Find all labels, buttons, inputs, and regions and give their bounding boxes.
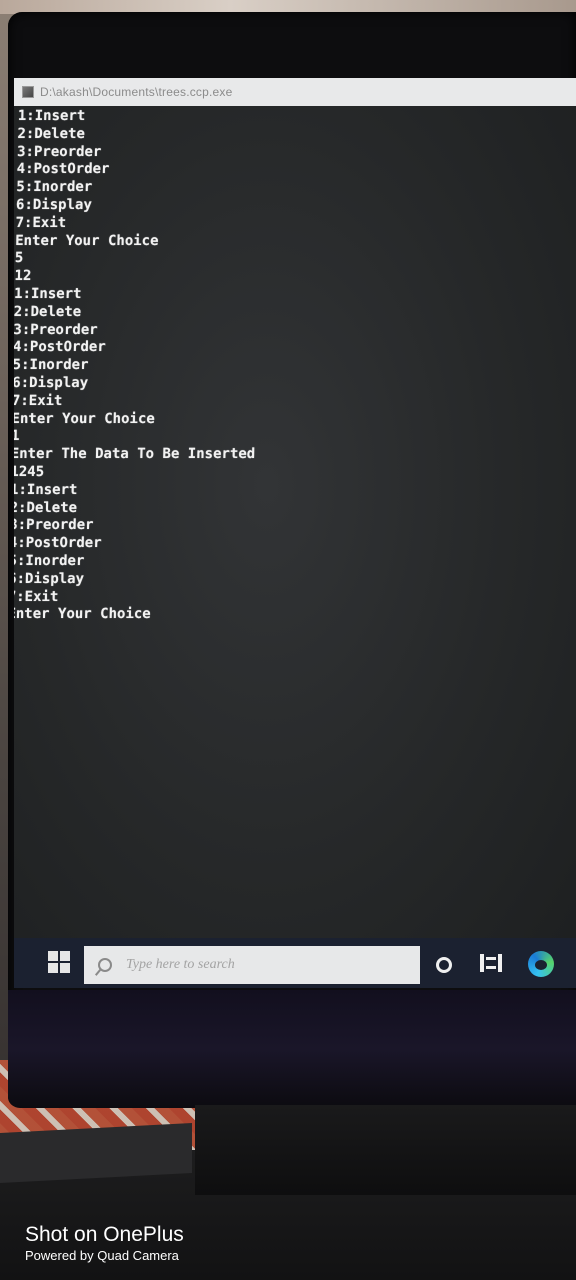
console-line: Enter Your Choice — [14, 410, 155, 427]
console-line: 7:Exit — [15, 214, 67, 231]
console-line: Enter Your Choice — [15, 232, 159, 249]
taskbar-search-box[interactable]: Type here to search — [84, 946, 420, 984]
search-icon — [98, 958, 112, 972]
console-line: 1 — [14, 428, 20, 445]
console-line: 4:PostOrder — [14, 339, 106, 356]
console-line: 3:Preorder — [14, 517, 94, 534]
console-title-bar[interactable]: D:\akash\Documents\trees.ccp.exe — [14, 78, 576, 106]
console-line: 2:Delete — [14, 303, 82, 320]
window-title: D:\akash\Documents\trees.ccp.exe — [40, 85, 233, 99]
console-line: Enter The Data To Be Inserted — [14, 446, 256, 463]
console-line: 2:Delete — [14, 499, 78, 516]
monitor-screen: D:\akash\Documents\trees.ccp.exe 1:Inser… — [14, 78, 576, 983]
console-line: 3:Preorder — [16, 143, 102, 160]
windows-start-icon[interactable] — [48, 951, 70, 973]
console-line: 6:Display — [15, 196, 92, 213]
edge-icon[interactable] — [528, 951, 554, 977]
console-line: 4:PostOrder — [16, 161, 110, 178]
console-line: 5 — [14, 250, 24, 267]
console-line: 12 — [14, 268, 32, 285]
console-line: 5:Inorder — [14, 552, 85, 569]
windows-taskbar: Type here to search — [14, 938, 576, 988]
console-line: 7:Exit — [14, 392, 63, 409]
console-line: Enter Your Choice — [14, 606, 151, 623]
console-line: 4:PostOrder — [14, 535, 102, 552]
console-output[interactable]: 1:Insert 2:Delete 3:Preorder 4:PostOrder 5:I… — [14, 108, 558, 624]
console-line: 1:Insert — [14, 285, 82, 302]
monitor-chin — [8, 990, 576, 1108]
console-line: 1:Insert — [17, 108, 86, 124]
watermark-sub: Powered by Quad Camera — [25, 1248, 179, 1263]
console-line: 1:Insert — [14, 481, 78, 498]
search-placeholder: Type here to search — [126, 957, 235, 972]
dark-box — [0, 1122, 192, 1184]
console-line: 7:Exit — [14, 588, 59, 605]
cortana-icon[interactable] — [436, 957, 452, 973]
camera-watermark: Shot on OnePlus Powered by Quad Camera — [25, 1222, 184, 1264]
watermark-main: Shot on OnePlus — [25, 1223, 184, 1246]
console-line: 2:Delete — [17, 125, 86, 142]
console-app-icon — [22, 86, 34, 98]
console-line: 1245 — [14, 463, 45, 480]
monitor-stand — [195, 1105, 576, 1195]
console-line: 5:Inorder — [16, 179, 93, 196]
console-line: 6:Display — [14, 374, 89, 391]
console-line: 3:Preorder — [14, 321, 98, 338]
console-line: 5:Inorder — [14, 357, 89, 374]
task-view-icon[interactable] — [480, 954, 502, 972]
console-line: 6:Display — [14, 570, 85, 587]
